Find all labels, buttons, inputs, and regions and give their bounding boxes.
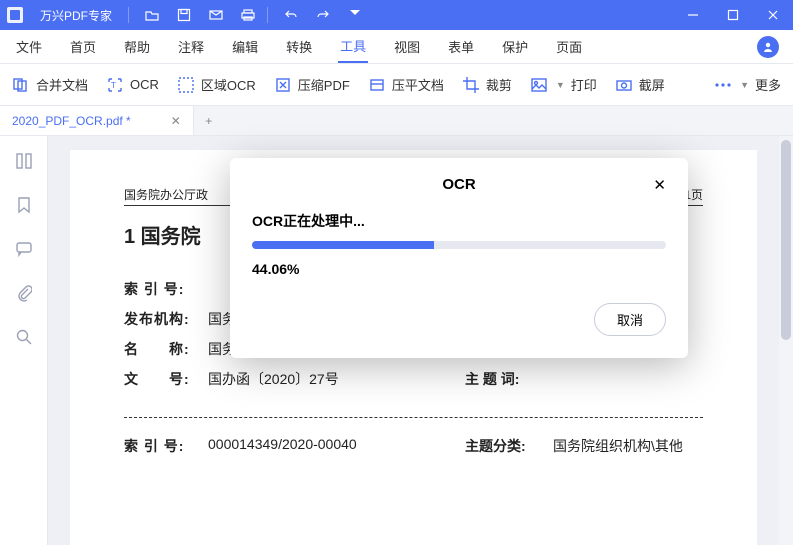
compress-icon	[274, 76, 292, 94]
ocr-label: OCR	[130, 77, 159, 92]
menu-protect[interactable]: 保护	[500, 31, 530, 62]
more-icon	[714, 83, 732, 87]
menu-bar: 文件 首页 帮助 注释 编辑 转换 工具 视图 表单 保护 页面	[0, 30, 793, 64]
redo-icon[interactable]	[310, 2, 336, 28]
search-icon[interactable]	[13, 326, 35, 348]
tab-label: 2020_PDF_OCR.pdf *	[12, 114, 131, 128]
area-ocr-button[interactable]: 区域OCR	[177, 75, 256, 94]
image-icon	[530, 76, 548, 94]
topic-label: 主 题 词:	[465, 369, 553, 389]
progress-bar	[252, 241, 666, 249]
crop-label: 裁剪	[486, 75, 512, 94]
quick-dropdown-icon[interactable]	[342, 2, 368, 28]
index2-value: 000014349/2020-00040	[208, 436, 465, 456]
close-button[interactable]	[753, 0, 793, 30]
toolbar: 合并文档 T OCR 区域OCR 压缩PDF 压平文档 裁剪 ▼ 打印 截屏 ▼…	[0, 64, 793, 106]
print-icon[interactable]	[235, 2, 261, 28]
scrollbar-thumb[interactable]	[781, 140, 791, 340]
attachment-icon[interactable]	[13, 282, 35, 304]
merge-label: 合并文档	[36, 75, 88, 94]
flatten-icon	[368, 76, 386, 94]
crop-button[interactable]: 裁剪	[462, 75, 512, 94]
topic-value	[553, 369, 703, 389]
save-icon[interactable]	[171, 2, 197, 28]
maximize-button[interactable]	[713, 0, 753, 30]
vertical-scrollbar[interactable]	[779, 136, 793, 545]
comment-icon[interactable]	[13, 238, 35, 260]
category-label: 主题分类:	[465, 436, 553, 456]
screenshot-label: 截屏	[639, 75, 665, 94]
area-ocr-label: 区域OCR	[201, 75, 256, 94]
app-title: 万兴PDF专家	[30, 7, 122, 24]
tab-bar: 2020_PDF_OCR.pdf * ✕ +	[0, 106, 793, 136]
menu-tools[interactable]: 工具	[338, 30, 368, 63]
title-bar: 万兴PDF专家	[0, 0, 793, 30]
name-label: 名 称:	[124, 339, 208, 359]
camera-icon	[615, 76, 633, 94]
document-tab[interactable]: 2020_PDF_OCR.pdf * ✕	[0, 106, 194, 135]
menu-view[interactable]: 视图	[392, 31, 422, 62]
menu-convert[interactable]: 转换	[284, 31, 314, 62]
crop-icon	[462, 76, 480, 94]
ocr-status-text: OCR正在处理中...	[252, 211, 666, 231]
svg-text:T: T	[111, 81, 116, 90]
chevron-down-icon: ▼	[556, 80, 565, 90]
progress-percent: 44.06%	[252, 261, 666, 277]
merge-icon	[12, 76, 30, 94]
merge-button[interactable]: 合并文档	[12, 75, 88, 94]
ocr-icon: T	[106, 76, 124, 94]
undo-icon[interactable]	[278, 2, 304, 28]
category-value: 国务院组织机构\其他	[553, 436, 703, 456]
menu-annotate[interactable]: 注释	[176, 31, 206, 62]
chevron-down-icon: ▼	[740, 80, 749, 90]
docnum-value: 国办函〔2020〕27号	[208, 369, 465, 389]
screenshot-button[interactable]: 截屏	[615, 75, 665, 94]
progress-fill	[252, 241, 434, 249]
app-logo-icon	[0, 0, 30, 30]
more-button[interactable]: ▼ 更多	[714, 75, 781, 94]
index2-label: 索 引 号:	[124, 436, 208, 456]
dialog-title: OCR	[442, 176, 475, 193]
menu-home[interactable]: 首页	[68, 31, 98, 62]
menu-file[interactable]: 文件	[14, 31, 44, 62]
dialog-close-icon[interactable]: ✕	[653, 176, 666, 194]
compress-button[interactable]: 压缩PDF	[274, 75, 350, 94]
cancel-button[interactable]: 取消	[594, 303, 666, 336]
menu-help[interactable]: 帮助	[122, 31, 152, 62]
more-label: 更多	[755, 75, 781, 94]
agency-label: 发布机构:	[124, 309, 208, 329]
ocr-button[interactable]: T OCR	[106, 76, 159, 94]
flatten-label: 压平文档	[392, 75, 444, 94]
left-sidebar	[0, 136, 48, 545]
ocr-progress-dialog: OCR ✕ OCR正在处理中... 44.06% 取消	[230, 158, 688, 358]
user-avatar-icon[interactable]	[757, 36, 779, 58]
separator	[124, 417, 703, 418]
mail-icon[interactable]	[203, 2, 229, 28]
menu-edit[interactable]: 编辑	[230, 31, 260, 62]
bookmark-icon[interactable]	[13, 194, 35, 216]
open-icon[interactable]	[139, 2, 165, 28]
tab-close-icon[interactable]: ✕	[171, 114, 181, 128]
index-label: 索 引 号:	[124, 279, 208, 299]
page-header-left: 国务院办公厅政	[124, 186, 208, 203]
minimize-button[interactable]	[673, 0, 713, 30]
add-tab-button[interactable]: +	[194, 106, 224, 135]
flatten-button[interactable]: 压平文档	[368, 75, 444, 94]
docnum-label: 文 号:	[124, 369, 208, 389]
area-ocr-icon	[177, 76, 195, 94]
menu-form[interactable]: 表单	[446, 31, 476, 62]
watermark-button[interactable]: ▼ 打印	[530, 75, 597, 94]
menu-page[interactable]: 页面	[554, 31, 584, 62]
compress-label: 压缩PDF	[298, 75, 350, 94]
thumbnails-icon[interactable]	[13, 150, 35, 172]
print-label: 打印	[571, 75, 597, 94]
